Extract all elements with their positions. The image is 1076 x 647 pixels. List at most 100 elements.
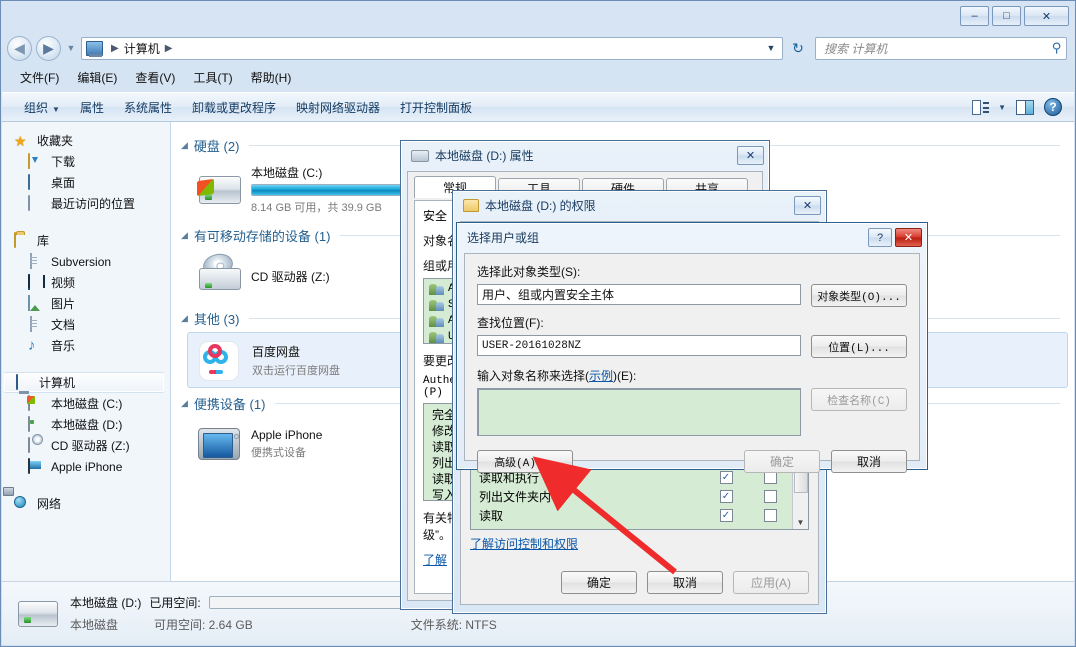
open-control-panel-button[interactable]: 打开控制面板 [390, 95, 482, 120]
examples-link[interactable]: 示例 [589, 369, 613, 383]
network-icon [14, 496, 31, 512]
collapse-caret-icon[interactable]: ◢ [181, 230, 188, 241]
deny-checkbox[interactable] [764, 490, 777, 503]
search-input[interactable]: 搜索 计算机 ⚲ [815, 37, 1067, 60]
breadcrumb-computer[interactable]: 计算机 [124, 40, 160, 57]
sidebar-item-local-disk-c[interactable]: 本地磁盘 (C:) [2, 393, 170, 414]
sidebar-item-cd-drive-z[interactable]: CD 驱动器 (Z:) [2, 435, 170, 456]
sidebar-item-recent-places[interactable]: 最近访问的位置 [2, 193, 170, 214]
tile-subtitle: 便携式设备 [251, 444, 322, 460]
object-type-input[interactable]: 用户、组或内置安全主体 [477, 284, 801, 305]
menu-edit[interactable]: 编辑(E) [68, 66, 126, 89]
permission-row[interactable]: 列出文件夹内容 [471, 487, 792, 506]
menu-help[interactable]: 帮助(H) [242, 66, 301, 89]
collapse-caret-icon[interactable]: ◢ [181, 140, 188, 151]
collapse-caret-icon[interactable]: ◢ [181, 398, 188, 409]
help-icon[interactable]: ? [1044, 98, 1062, 116]
menu-view[interactable]: 查看(V) [126, 66, 184, 89]
deny-checkbox[interactable] [764, 509, 777, 522]
status-drive-icon [16, 597, 62, 631]
menu-file[interactable]: 文件(F) [11, 66, 68, 89]
address-bar[interactable]: ▶ 计算机 ▶ ▼ [81, 37, 783, 60]
learn-access-control-link[interactable]: 了解访问控制和权限 [470, 535, 578, 552]
deny-cell[interactable] [748, 509, 792, 522]
address-dropdown-icon[interactable]: ▼ [762, 43, 780, 53]
breadcrumb-separator-2-icon[interactable]: ▶ [160, 43, 178, 54]
back-button[interactable]: ◀ [7, 36, 32, 61]
check-names-button[interactable]: 检查名称(C) [811, 388, 907, 411]
nav-spacer-2 [2, 360, 170, 372]
allow-cell[interactable] [704, 509, 748, 522]
system-properties-button[interactable]: 系统属性 [114, 95, 182, 120]
deny-cell[interactable] [748, 490, 792, 503]
sidebar-item-subversion[interactable]: Subversion [2, 251, 170, 272]
location-button[interactable]: 位置(L)... [811, 335, 907, 358]
select-help-button[interactable]: ? [868, 228, 892, 247]
minimize-button[interactable]: – [960, 6, 989, 26]
forward-button[interactable]: ▶ [36, 36, 61, 61]
permission-row[interactable]: 读取 [471, 506, 792, 525]
sidebar-item-local-disk-d[interactable]: 本地磁盘 (D:) [2, 414, 170, 435]
hdd-windows-large-icon [195, 168, 243, 212]
close-icon: ✕ [746, 149, 755, 162]
tile-text: 百度网盘 双击运行百度网盘 [252, 343, 340, 378]
preview-pane-button[interactable] [1016, 100, 1034, 115]
properties-button[interactable]: 属性 [70, 95, 114, 120]
object-names-input[interactable] [477, 388, 801, 436]
sidebar-label: 计算机 [39, 374, 75, 391]
sidebar-item-downloads[interactable]: 下载 [2, 151, 170, 172]
close-button[interactable]: ✕ [1024, 6, 1069, 26]
permissions-cancel-button[interactable]: 取消 [647, 571, 723, 594]
history-dropdown-button[interactable]: ▼ [65, 43, 77, 53]
uninstall-change-program-button[interactable]: 卸载或更改程序 [182, 95, 286, 120]
sidebar-item-apple-iphone[interactable]: Apple iPhone [2, 456, 170, 477]
menu-tools[interactable]: 工具(T) [184, 66, 241, 89]
back-arrow-icon: ◀ [14, 41, 25, 55]
organize-button[interactable]: 组织▼ [14, 95, 70, 120]
status-used-label: 已用空间: [149, 594, 200, 611]
allow-cell[interactable] [704, 490, 748, 503]
map-network-drive-button[interactable]: 映射网络驱动器 [286, 95, 390, 120]
location-value: USER-20161028NZ [482, 340, 581, 352]
sidebar-item-music[interactable]: ♪ 音乐 [2, 335, 170, 356]
navigation-pane[interactable]: ★ 收藏夹 下载 桌面 最近访问的位置 [2, 122, 171, 645]
allow-checkbox[interactable] [720, 509, 733, 522]
nav-spacer-3 [2, 481, 170, 493]
sidebar-item-computer[interactable]: 计算机 [4, 372, 164, 393]
computer-icon [86, 41, 103, 56]
sidebar-item-libraries[interactable]: 库 [2, 230, 170, 251]
refresh-button[interactable]: ↻ [787, 40, 809, 57]
sidebar-item-favorites[interactable]: ★ 收藏夹 [2, 130, 170, 151]
object-type-button[interactable]: 对象类型(O)... [811, 284, 907, 307]
sidebar-item-videos[interactable]: 视频 [2, 272, 170, 293]
select-close-button[interactable]: ✕ [895, 228, 922, 247]
status-line-2: 本地磁盘 可用空间: 2.64 GB 文件系统: NTFS [70, 616, 497, 633]
disk-icon [411, 150, 429, 162]
used-space-bar [209, 596, 402, 609]
permission-name: 列出文件夹内容 [479, 488, 704, 505]
select-cancel-button[interactable]: 取消 [831, 450, 907, 473]
permissions-ok-button[interactable]: 确定 [561, 571, 637, 594]
collapse-caret-icon[interactable]: ◢ [181, 313, 188, 324]
permissions-close-button[interactable]: ✕ [794, 196, 821, 215]
search-placeholder: 搜索 计算机 [824, 40, 1052, 57]
tile-name: Apple iPhone [251, 428, 322, 442]
video-icon [28, 275, 45, 291]
properties-close-button[interactable]: ✕ [737, 146, 764, 165]
location-input[interactable]: USER-20161028NZ [477, 335, 801, 356]
advanced-button[interactable]: 高级(A)... [477, 450, 573, 473]
sidebar-item-network[interactable]: 网络 [2, 493, 170, 514]
sidebar-label: Subversion [51, 255, 111, 269]
select-user-group-dialog[interactable]: 选择用户或组 ? ✕ 选择此对象类型(S): 用户、组或内置安全主体 对象类型(… [456, 222, 928, 470]
sidebar-item-documents[interactable]: 文档 [2, 314, 170, 335]
maximize-button[interactable]: □ [992, 6, 1021, 26]
select-ok-button[interactable]: 确定 [744, 450, 820, 473]
sidebar-item-pictures[interactable]: 图片 [2, 293, 170, 314]
navigation-bar: ◀ ▶ ▼ ▶ 计算机 ▶ ▼ ↻ 搜索 计算机 ⚲ [1, 31, 1075, 65]
allow-checkbox[interactable] [720, 490, 733, 503]
maximize-icon: □ [1003, 10, 1010, 22]
scroll-down-button[interactable]: ▼ [797, 515, 805, 529]
sidebar-item-desktop[interactable]: 桌面 [2, 172, 170, 193]
tile-text: Apple iPhone 便携式设备 [251, 428, 322, 460]
change-view-button[interactable]: ▼ [972, 100, 1006, 115]
